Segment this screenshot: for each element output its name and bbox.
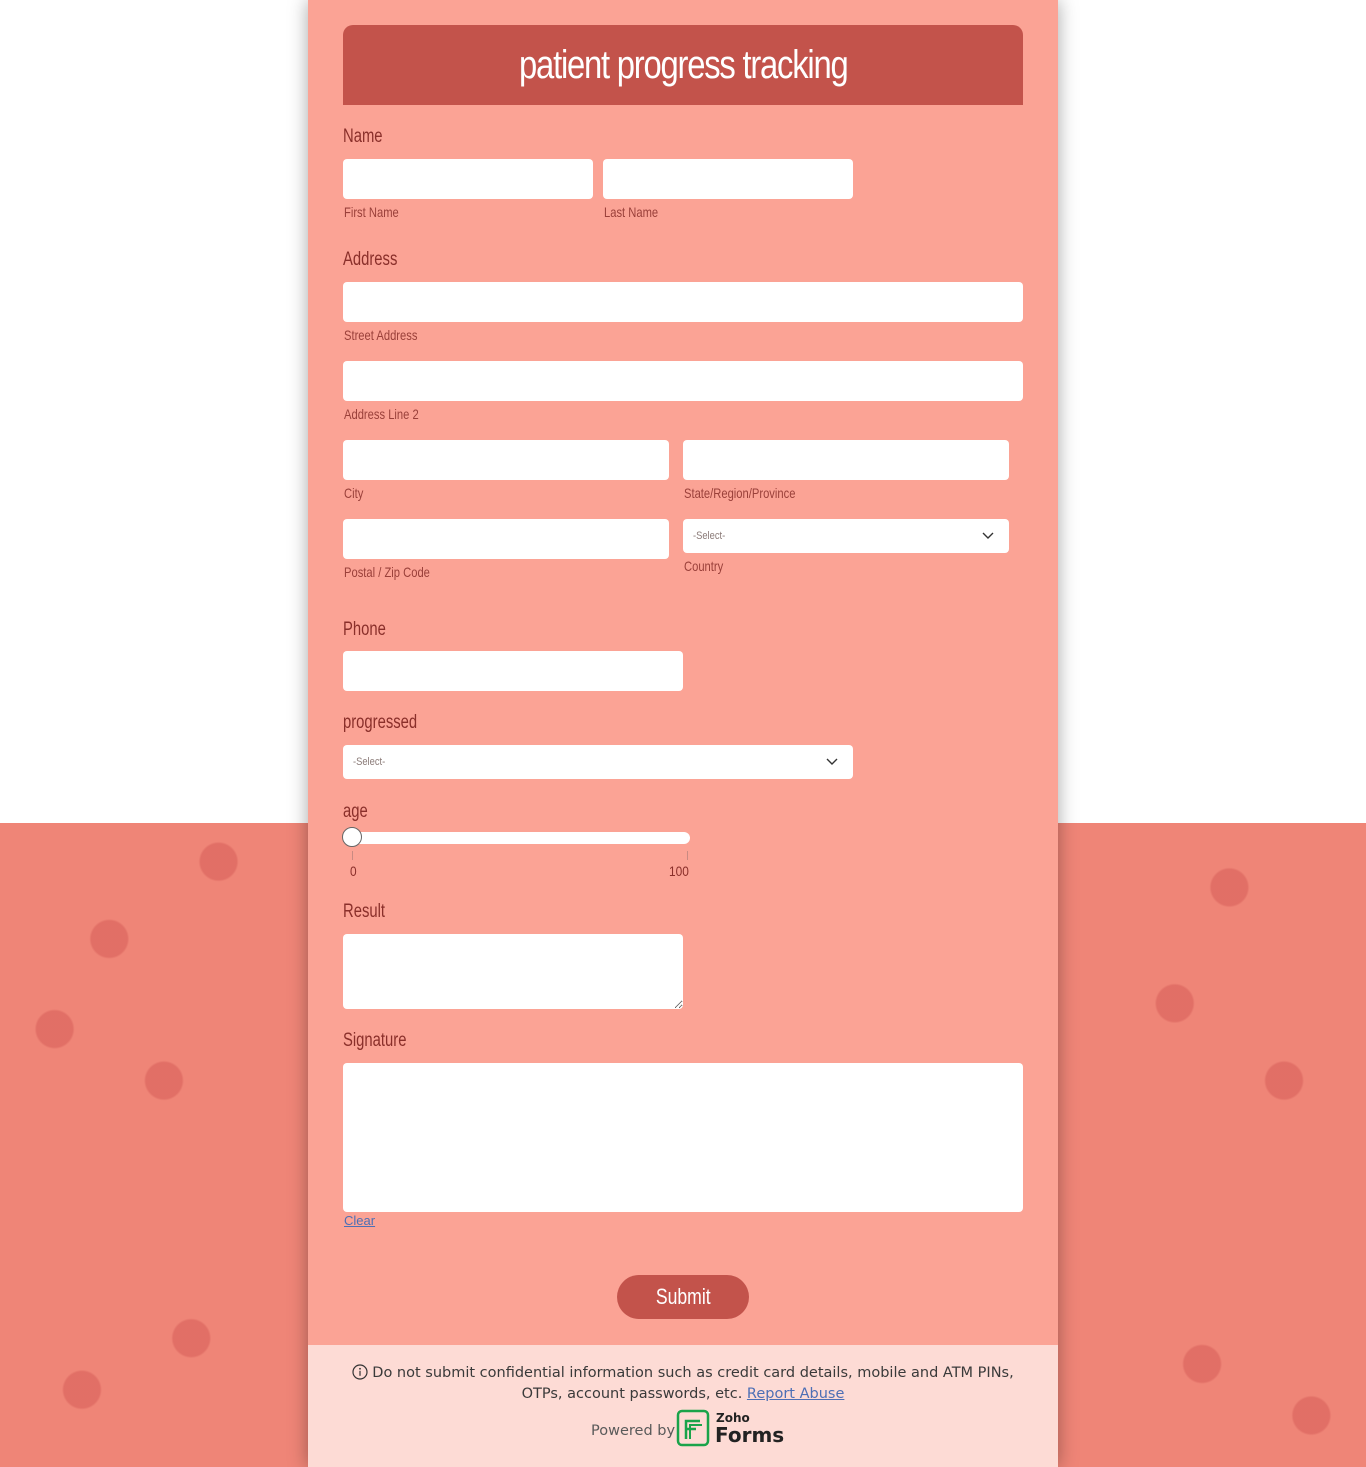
age-label: age xyxy=(343,801,368,822)
address-line2-sublabel: Address Line 2 xyxy=(344,406,419,422)
last-name-input[interactable] xyxy=(603,159,853,199)
country-sublabel: Country xyxy=(684,558,724,574)
state-sublabel: State/Region/Province xyxy=(684,485,796,501)
chevron-down-icon xyxy=(826,758,838,765)
address-line2-input[interactable] xyxy=(343,361,1023,401)
city-sublabel: City xyxy=(344,485,364,501)
age-slider-handle[interactable] xyxy=(342,827,362,847)
progressed-select-value: -Select- xyxy=(353,756,386,768)
info-icon xyxy=(352,1364,368,1380)
street-address-input[interactable] xyxy=(343,282,1023,322)
confidential-notice: Do not submit confidential information s… xyxy=(338,1363,1028,1405)
phone-input[interactable] xyxy=(343,651,683,691)
result-label: Result xyxy=(343,901,386,922)
phone-label: Phone xyxy=(343,619,386,640)
powered-by-text: Powered by xyxy=(591,1423,676,1439)
report-abuse-link[interactable]: Report Abuse xyxy=(747,1386,844,1402)
chevron-down-icon xyxy=(982,532,994,539)
progressed-select[interactable]: -Select- xyxy=(343,745,853,779)
city-input[interactable] xyxy=(343,440,669,480)
country-select[interactable]: -Select- xyxy=(683,519,1009,553)
zip-code-sublabel: Postal / Zip Code xyxy=(344,564,430,580)
zoho-forms-logo-icon xyxy=(676,1409,710,1447)
age-slider-track[interactable] xyxy=(343,832,690,844)
notice-text: Do not submit confidential information s… xyxy=(372,1365,1014,1402)
slider-tick-max xyxy=(687,851,688,860)
form-title: patient progress tracking xyxy=(518,42,849,87)
street-address-sublabel: Street Address xyxy=(344,327,418,343)
last-name-sublabel: Last Name xyxy=(604,204,659,220)
slider-tick-min xyxy=(352,851,353,860)
zip-code-input[interactable] xyxy=(343,519,669,559)
first-name-input[interactable] xyxy=(343,159,593,199)
signature-pad[interactable] xyxy=(343,1063,1023,1212)
brand-forms: Forms xyxy=(715,1423,785,1447)
name-label: Name xyxy=(343,126,383,147)
country-select-value: -Select- xyxy=(693,530,726,542)
slider-min-label: 0 xyxy=(350,863,357,879)
clear-signature-link[interactable]: Clear xyxy=(344,1213,375,1228)
state-input[interactable] xyxy=(683,440,1009,480)
form-header: patient progress tracking xyxy=(343,25,1023,105)
form-card: patient progress tracking Name First Nam… xyxy=(308,0,1058,1467)
progressed-label: progressed xyxy=(343,712,418,733)
footer: Do not submit confidential information s… xyxy=(308,1345,1058,1467)
submit-button[interactable]: Submit xyxy=(617,1275,749,1319)
signature-label: Signature xyxy=(343,1030,407,1051)
submit-label: Submit xyxy=(655,1284,711,1309)
result-textarea[interactable] xyxy=(343,934,683,1009)
slider-max-label: 100 xyxy=(669,863,689,879)
first-name-sublabel: First Name xyxy=(344,204,399,220)
address-label: Address xyxy=(343,249,398,270)
